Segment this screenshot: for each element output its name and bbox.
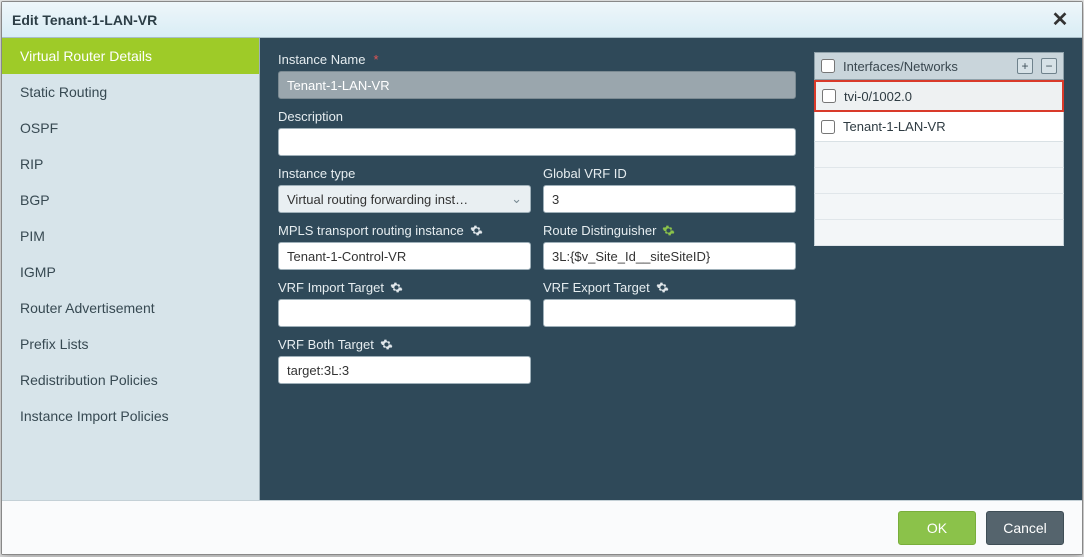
chevron-down-icon: ⌄ xyxy=(511,191,522,207)
remove-interface-button[interactable]: − xyxy=(1041,58,1057,74)
instance-type-value: Virtual routing forwarding inst… xyxy=(287,192,468,207)
interface-row[interactable]: Tenant-1-LAN-VR xyxy=(814,112,1064,142)
tab-virtual-router-details[interactable]: Virtual Router Details xyxy=(2,38,259,74)
rd-input[interactable] xyxy=(543,242,796,270)
close-icon[interactable]: ✕ xyxy=(1048,7,1072,32)
vrf-both-input[interactable] xyxy=(278,356,531,384)
instance-type-label: Instance type xyxy=(278,166,531,181)
instance-name-label: Instance Name* xyxy=(278,52,796,67)
sidebar: Virtual Router Details Static Routing OS… xyxy=(2,38,260,500)
instance-type-select[interactable]: Virtual routing forwarding inst… ⌄ xyxy=(278,185,531,213)
interface-row-empty xyxy=(814,142,1064,168)
mpls-label: MPLS transport routing instance xyxy=(278,223,531,238)
gear-icon[interactable] xyxy=(390,281,403,294)
edit-dialog: Edit Tenant-1-LAN-VR ✕ Virtual Router De… xyxy=(1,1,1083,555)
interface-row-empty xyxy=(814,220,1064,246)
interfaces-panel: Interfaces/Networks + − tvi-0/1002.0 Ten… xyxy=(814,52,1064,246)
vrf-import-label: VRF Import Target xyxy=(278,280,531,295)
interface-row-empty xyxy=(814,194,1064,220)
gear-icon[interactable] xyxy=(380,338,393,351)
interface-row[interactable]: tvi-0/1002.0 xyxy=(814,80,1064,112)
cancel-button[interactable]: Cancel xyxy=(986,511,1064,545)
global-vrf-id-label: Global VRF ID xyxy=(543,166,796,181)
instance-name-input[interactable] xyxy=(278,71,796,99)
interface-label: tvi-0/1002.0 xyxy=(844,89,912,104)
gear-icon[interactable] xyxy=(662,224,675,237)
tab-igmp[interactable]: IGMP xyxy=(2,254,259,290)
tab-prefix-lists[interactable]: Prefix Lists xyxy=(2,326,259,362)
vrf-import-input[interactable] xyxy=(278,299,531,327)
interfaces-header-title: Interfaces/Networks xyxy=(843,59,1009,74)
tab-router-advertisement[interactable]: Router Advertisement xyxy=(2,290,259,326)
tab-instance-import-policies[interactable]: Instance Import Policies xyxy=(2,398,259,434)
tab-ospf[interactable]: OSPF xyxy=(2,110,259,146)
gear-icon[interactable] xyxy=(470,224,483,237)
gear-icon[interactable] xyxy=(656,281,669,294)
titlebar: Edit Tenant-1-LAN-VR ✕ xyxy=(2,2,1082,38)
interface-checkbox[interactable] xyxy=(821,120,835,134)
interface-label: Tenant-1-LAN-VR xyxy=(843,119,946,134)
interfaces-select-all-checkbox[interactable] xyxy=(821,59,835,73)
tab-redistribution-policies[interactable]: Redistribution Policies xyxy=(2,362,259,398)
dialog-title: Edit Tenant-1-LAN-VR xyxy=(12,12,157,28)
dialog-body: Virtual Router Details Static Routing OS… xyxy=(2,38,1082,500)
interface-row-empty xyxy=(814,168,1064,194)
dialog-footer: OK Cancel xyxy=(2,500,1082,554)
tab-pim[interactable]: PIM xyxy=(2,218,259,254)
interface-checkbox[interactable] xyxy=(822,89,836,103)
tab-static-routing[interactable]: Static Routing xyxy=(2,74,259,110)
add-interface-button[interactable]: + xyxy=(1017,58,1033,74)
ok-button[interactable]: OK xyxy=(898,511,976,545)
mpls-input[interactable] xyxy=(278,242,531,270)
main-panel: Instance Name* Description Instance t xyxy=(260,38,1082,500)
interfaces-header: Interfaces/Networks + − xyxy=(814,52,1064,80)
rd-label: Route Distinguisher xyxy=(543,223,796,238)
description-label: Description xyxy=(278,109,796,124)
global-vrf-id-input[interactable] xyxy=(543,185,796,213)
vrf-both-label: VRF Both Target xyxy=(278,337,531,352)
vrf-export-input[interactable] xyxy=(543,299,796,327)
vrf-export-label: VRF Export Target xyxy=(543,280,796,295)
description-input[interactable] xyxy=(278,128,796,156)
tab-bgp[interactable]: BGP xyxy=(2,182,259,218)
tab-rip[interactable]: RIP xyxy=(2,146,259,182)
form-area: Instance Name* Description Instance t xyxy=(278,52,796,394)
